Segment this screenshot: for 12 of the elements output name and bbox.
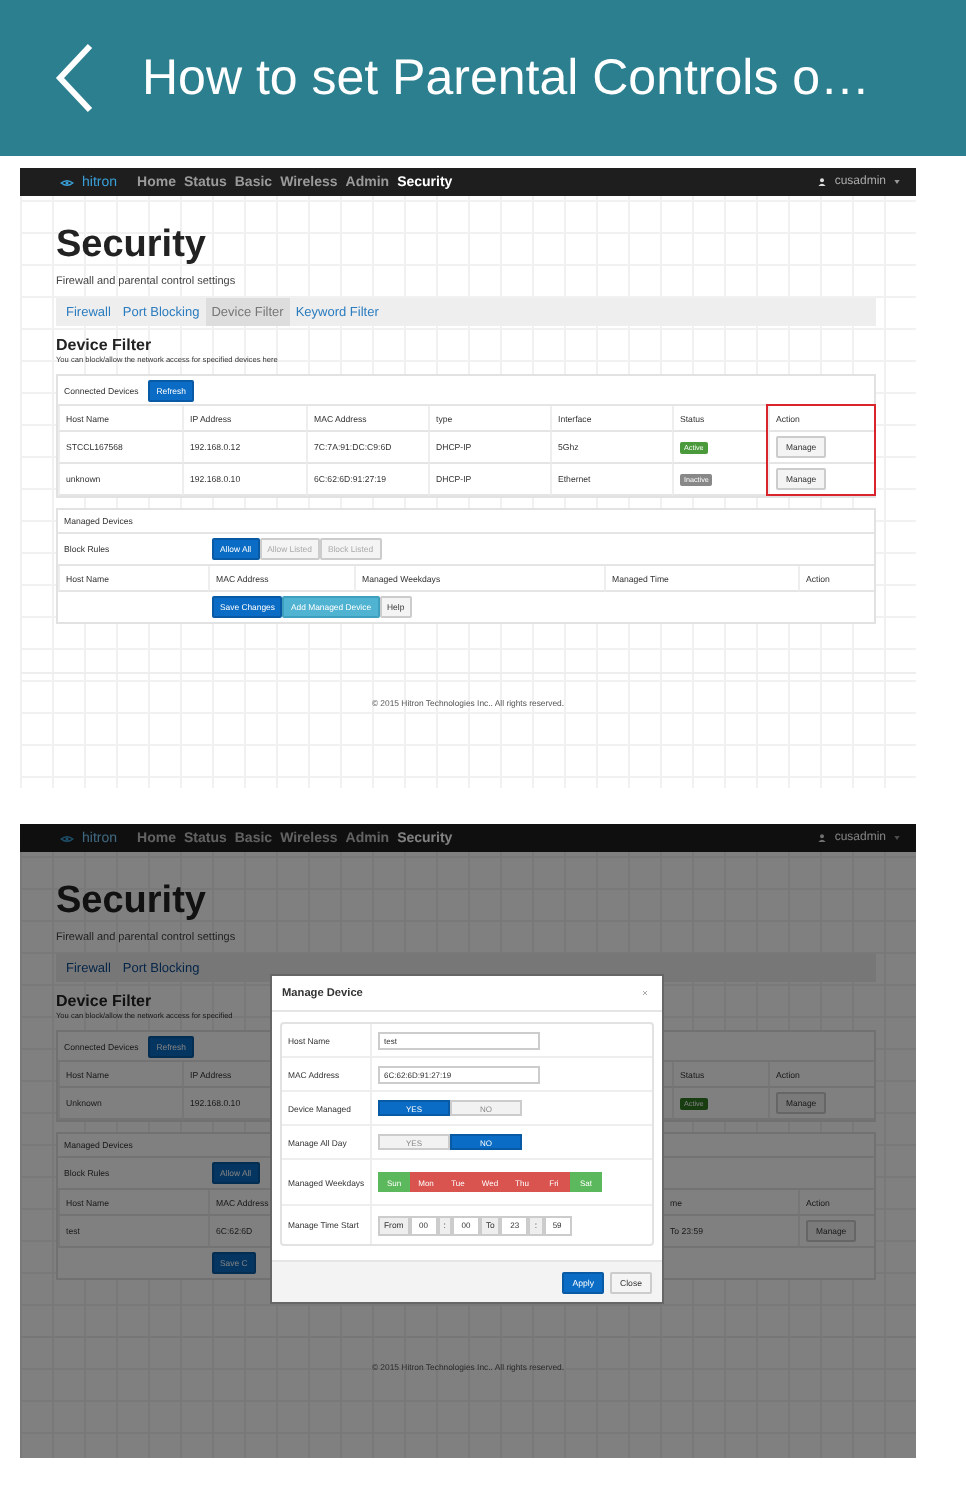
page-heading: Security: [56, 224, 206, 268]
user-icon: [818, 178, 827, 186]
caret-icon: [894, 180, 900, 184]
caret-icon: [894, 836, 900, 840]
logo-icon: [60, 833, 74, 843]
user-icon: [818, 834, 827, 842]
back-icon[interactable]: [54, 42, 94, 114]
section-heading: Device Filter: [56, 336, 152, 354]
logo-icon: [60, 177, 74, 187]
page-heading: Security: [56, 880, 206, 924]
section-heading: Device Filter: [56, 992, 152, 1010]
screen-title: How to set Parental Controls o…: [142, 49, 871, 107]
